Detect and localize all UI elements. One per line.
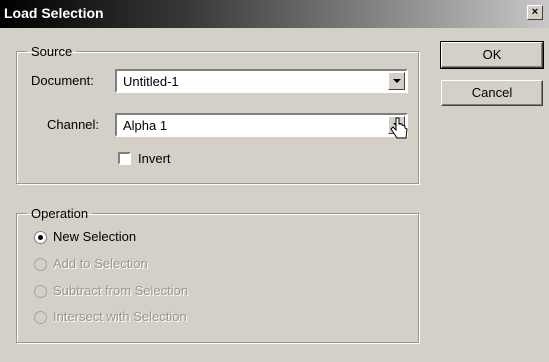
radio-button: [34, 285, 47, 298]
document-value: Untitled-1: [123, 74, 179, 89]
radio-button: [34, 258, 47, 271]
ok-button[interactable]: OK: [440, 41, 544, 69]
radio-button[interactable]: [34, 231, 47, 244]
title-bar: Load Selection ×: [0, 0, 549, 28]
radio-label: Intersect with Selection: [53, 309, 187, 324]
chevron-down-icon[interactable]: [388, 72, 405, 90]
radio-label: Subtract from Selection: [53, 283, 189, 298]
radio-label: Add to Selection: [53, 256, 148, 271]
cancel-button[interactable]: Cancel: [441, 80, 543, 106]
channel-select[interactable]: Alpha 1: [115, 113, 408, 137]
operation-legend: Operation: [31, 206, 89, 221]
source-legend: Source: [31, 44, 73, 59]
close-button[interactable]: ×: [527, 5, 543, 20]
channel-value: Alpha 1: [123, 118, 168, 133]
window-title: Load Selection: [4, 5, 104, 21]
invert-label[interactable]: Invert: [138, 151, 171, 166]
invert-checkbox[interactable]: [118, 152, 131, 165]
channel-label: Channel:: [47, 117, 100, 132]
close-icon: ×: [531, 6, 539, 18]
radio-button: [34, 311, 47, 324]
radio-label: New Selection: [53, 229, 137, 244]
document-label: Document:: [31, 73, 94, 88]
hand-pointer-icon: [390, 117, 408, 139]
load-selection-dialog: Load Selection × Source Document: Untitl…: [0, 0, 549, 362]
document-select[interactable]: Untitled-1: [115, 69, 408, 93]
radio-selected-dot: [38, 235, 43, 240]
